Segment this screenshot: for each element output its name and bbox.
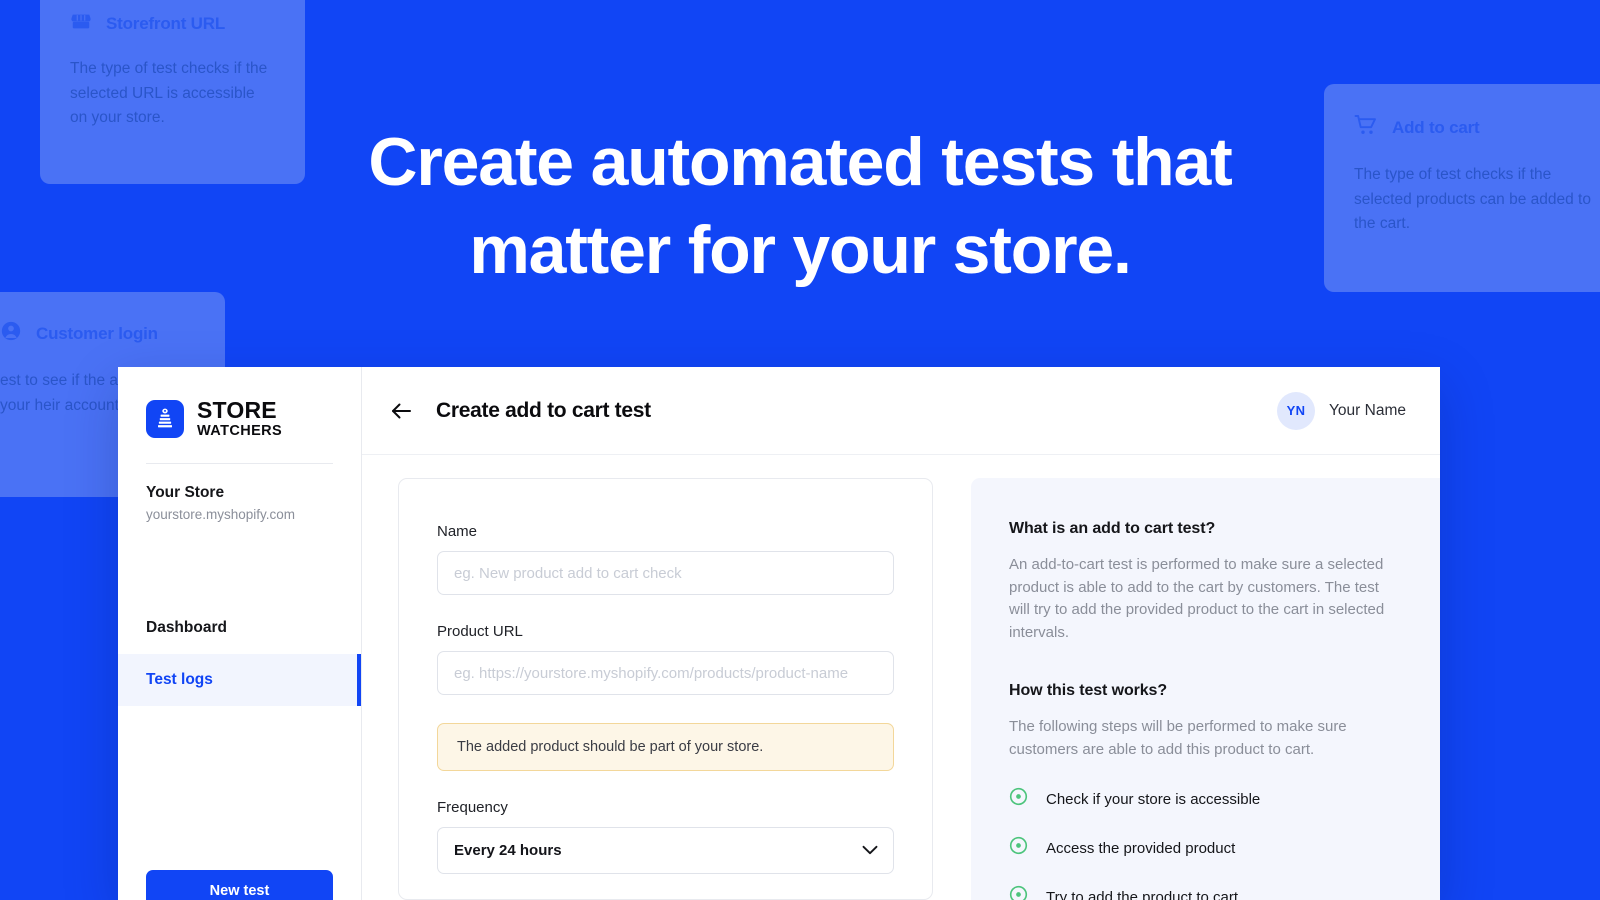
hero-title: Create automated tests that matter for y… — [368, 124, 1232, 288]
field-frequency: Frequency Every 24 hours — [437, 799, 894, 874]
store-name: Your Store — [146, 483, 225, 501]
frequency-value: Every 24 hours — [454, 842, 562, 859]
user-name: Your Name — [1329, 401, 1406, 419]
check-circle-dot-icon — [1009, 836, 1028, 860]
feature-card-body: The type of test checks if the selected … — [70, 60, 268, 126]
name-input[interactable] — [437, 551, 894, 595]
sidebar-nav: Dashboard Test logs — [118, 602, 361, 706]
sidebar-item-test-logs[interactable]: Test logs — [118, 653, 361, 706]
main-area: Create add to cart test YN Your Name Nam… — [362, 367, 1440, 900]
brand-logo[interactable]: STORE WATCHERS — [118, 367, 361, 439]
product-notice: The added product should be part of your… — [437, 723, 894, 771]
store-url: yourstore.myshopify.com — [146, 506, 296, 522]
feature-card-storefront-url: Storefront URL The type of test checks i… — [40, 0, 305, 184]
info-heading-what: What is an add to cart test? — [1009, 520, 1216, 537]
new-test-button[interactable]: New test — [146, 870, 333, 900]
feature-card-body: The type of test checks if the selected … — [1354, 166, 1591, 232]
test-steps-list: Check if your store is accessible Access… — [1009, 787, 1402, 900]
check-circle-dot-icon — [1009, 787, 1028, 811]
lighthouse-icon — [146, 399, 184, 438]
field-name: Name — [437, 523, 894, 595]
field-product-url: Product URL — [437, 623, 894, 695]
info-body-how: The following steps will be performed to… — [1009, 718, 1347, 758]
arrow-left-icon[interactable] — [384, 394, 418, 428]
list-item: Try to add the product to cart — [1009, 885, 1402, 900]
feature-card-header: Customer login — [0, 292, 225, 347]
user-circle-icon — [0, 320, 22, 347]
info-heading-how: How this test works? — [1009, 682, 1168, 699]
product-url-label: Product URL — [437, 623, 523, 640]
storefront-icon — [70, 10, 92, 37]
feature-card-header: Add to cart — [1324, 84, 1600, 141]
step-label: Access the provided product — [1046, 839, 1236, 857]
content-area: Name Product URL The added product shoul… — [362, 455, 1440, 900]
sidebar-item-label: Dashboard — [146, 618, 227, 636]
name-label: Name — [437, 523, 478, 540]
avatar: YN — [1277, 391, 1316, 430]
test-form-card: Name Product URL The added product shoul… — [398, 478, 933, 900]
sidebar-item-dashboard[interactable]: Dashboard — [118, 602, 361, 654]
check-circle-dot-icon — [1009, 885, 1028, 900]
frequency-label: Frequency — [437, 799, 508, 816]
feature-card-header: Storefront URL — [40, 0, 305, 37]
user-menu[interactable]: YN Your Name — [1277, 391, 1406, 430]
info-body-what: An add-to-cart test is performed to make… — [1009, 556, 1385, 641]
sidebar-item-label: Test logs — [146, 670, 213, 688]
feature-card-title: Add to cart — [1392, 117, 1480, 137]
store-info: Your Store yourstore.myshopify.com — [118, 464, 361, 522]
topbar: Create add to cart test YN Your Name — [362, 367, 1440, 455]
shopping-cart-icon — [1354, 114, 1378, 141]
brand-line-1: STORE — [197, 397, 277, 423]
page-title: Create add to cart test — [436, 398, 651, 422]
list-item: Check if your store is accessible — [1009, 787, 1402, 811]
brand-wordmark: STORE WATCHERS — [197, 399, 282, 439]
frequency-select[interactable]: Every 24 hours — [437, 827, 894, 874]
new-test-button-label: New test — [209, 883, 270, 899]
feature-card-add-to-cart: Add to cart The type of test checks if t… — [1324, 84, 1600, 292]
list-item: Access the provided product — [1009, 836, 1402, 860]
step-label: Check if your store is accessible — [1046, 790, 1261, 808]
frequency-select-wrap: Every 24 hours — [437, 827, 894, 874]
app-window: STORE WATCHERS Your Store yourstore.mysh… — [118, 367, 1440, 900]
info-panel: What is an add to cart test? An add-to-c… — [971, 478, 1440, 900]
product-url-input[interactable] — [437, 651, 894, 695]
feature-card-title: Storefront URL — [106, 13, 226, 33]
sidebar: STORE WATCHERS Your Store yourstore.mysh… — [118, 367, 362, 900]
brand-line-2: WATCHERS — [197, 423, 283, 439]
feature-card-title: Customer login — [36, 323, 158, 343]
step-label: Try to add the product to cart — [1046, 888, 1239, 900]
